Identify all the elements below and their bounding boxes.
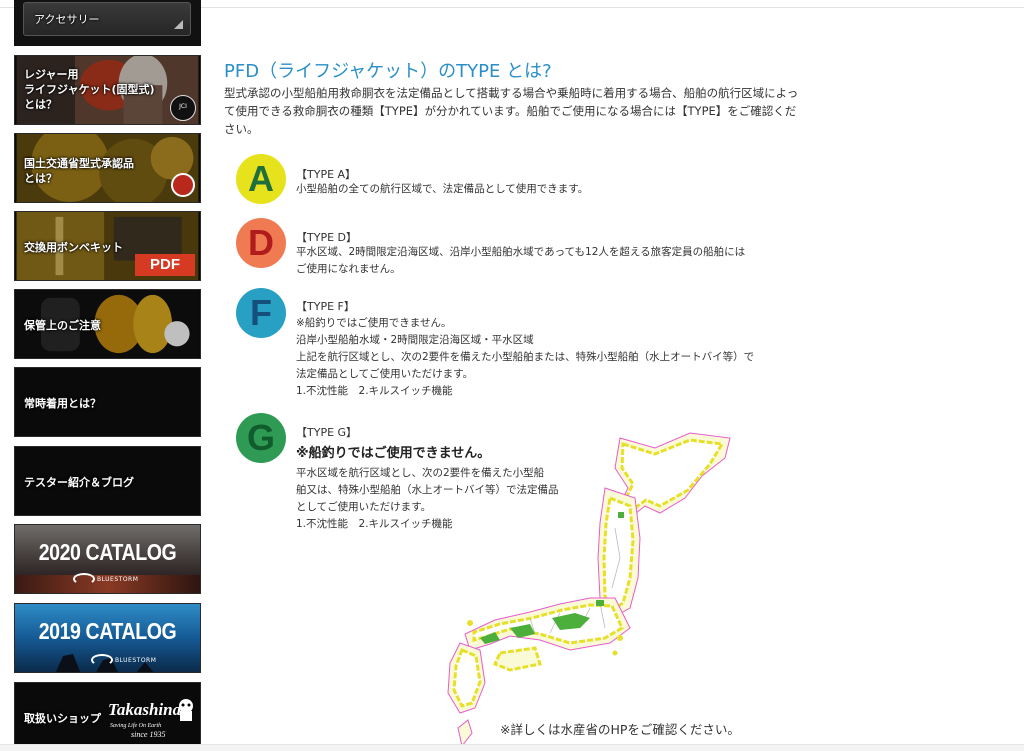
brand-logo-text: BLUESTORM xyxy=(115,657,157,664)
sidebar-item-cylinder-kit[interactable]: 交換用ボンベキット PDF xyxy=(14,211,201,281)
sidebar-item-catalog-2020[interactable]: 2020 CATALOG BLUESTORM xyxy=(14,524,201,594)
type-a-description: 小型船舶の全ての航行区域で、法定備品として使用できます。 xyxy=(296,183,589,195)
type-f-icon: F xyxy=(236,288,286,338)
sidebar-accessory-dropdown[interactable]: アクセサリー xyxy=(14,0,201,46)
sidebar-item-label: レジャー用 ライフジャケット(固型式) とは？ xyxy=(24,68,155,111)
japan-map xyxy=(447,432,731,748)
takashina-mascot-icon xyxy=(179,699,193,721)
type-f-title: 【TYPE F】 xyxy=(296,300,355,313)
type-d-title: 【TYPE D】 xyxy=(296,231,357,244)
type-a-icon: A xyxy=(236,154,286,204)
takashina-tagline: Saving Life On Earth xyxy=(110,723,162,729)
type-d-description: 平水区域、2時間限定沿海区域、沿岸小型船舶水域であっても12人を超える旅客定員の… xyxy=(296,246,746,275)
sidebar-item-storage-notes[interactable]: 保管上のご注意 xyxy=(14,289,201,359)
takashina-logo: Takashina xyxy=(108,700,182,719)
sidebar-item-label: 国土交通省型式承認品 とは？ xyxy=(24,157,134,185)
jci-badge-icon: JCI xyxy=(170,95,196,121)
catalog-title: 2019 CATALOG xyxy=(38,618,177,644)
intro-text: 型式承認の小型船舶用救命胴衣を法定備品として搭載する場合や乗船時に着用する場合、… xyxy=(224,86,799,136)
sidebar-item-tester-blog[interactable]: テスター紹介＆ブログ xyxy=(14,446,201,516)
takashina-since: since 1935 xyxy=(131,730,166,739)
sidebar-item-label: 常時着用とは？ xyxy=(24,397,101,410)
pdf-badge: PDF xyxy=(135,254,195,276)
catalog-title: 2020 CATALOG xyxy=(38,539,177,565)
type-g-icon: G xyxy=(236,413,286,463)
dropdown-triangle-icon xyxy=(174,20,183,29)
sidebar-item-label: テスター紹介＆ブログ xyxy=(24,476,134,489)
sidebar-item-label: 保管上のご注意 xyxy=(24,319,101,332)
bluestorm-logo-icon xyxy=(73,573,95,585)
type-f-description: ※船釣りではご使用できません。 沿岸小型船舶水域・2時間限定沿海区域・平水区域 … xyxy=(296,317,755,397)
accessory-select[interactable]: アクセサリー xyxy=(23,2,191,36)
sidebar-item-shops[interactable]: 取扱いショップ Takashina Saving Life On Earth s… xyxy=(14,682,201,750)
type-a-title: 【TYPE A】 xyxy=(296,168,357,181)
bluestorm-logo-icon xyxy=(91,654,113,666)
sidebar-item-always-wear[interactable]: 常時着用とは？ xyxy=(14,367,201,437)
page-title: PFD（ライフジャケット）のTYPE とは? xyxy=(224,61,552,82)
accessory-label: アクセサリー xyxy=(34,13,100,26)
fisheries-note: ※詳しくは水産省のHPをご確認ください。 xyxy=(500,722,740,737)
sidebar-item-catalog-2019[interactable]: 2019 CATALOG BLUESTORM xyxy=(14,603,201,673)
sidebar-item-leisure-lifejacket[interactable]: レジャー用 ライフジャケット(固型式) とは？ JCI xyxy=(14,55,201,125)
type-g-title: 【TYPE G】 xyxy=(296,426,358,439)
approval-seal-icon xyxy=(171,173,195,197)
sidebar-item-mlit-approval[interactable]: 国土交通省型式承認品 とは？ xyxy=(14,133,201,203)
sidebar-item-label: 取扱いショップ xyxy=(24,712,101,725)
type-d-icon: D xyxy=(236,218,286,268)
sidebar-item-label: 交換用ボンベキット xyxy=(24,241,123,254)
brand-logo-text: BLUESTORM xyxy=(97,576,139,583)
